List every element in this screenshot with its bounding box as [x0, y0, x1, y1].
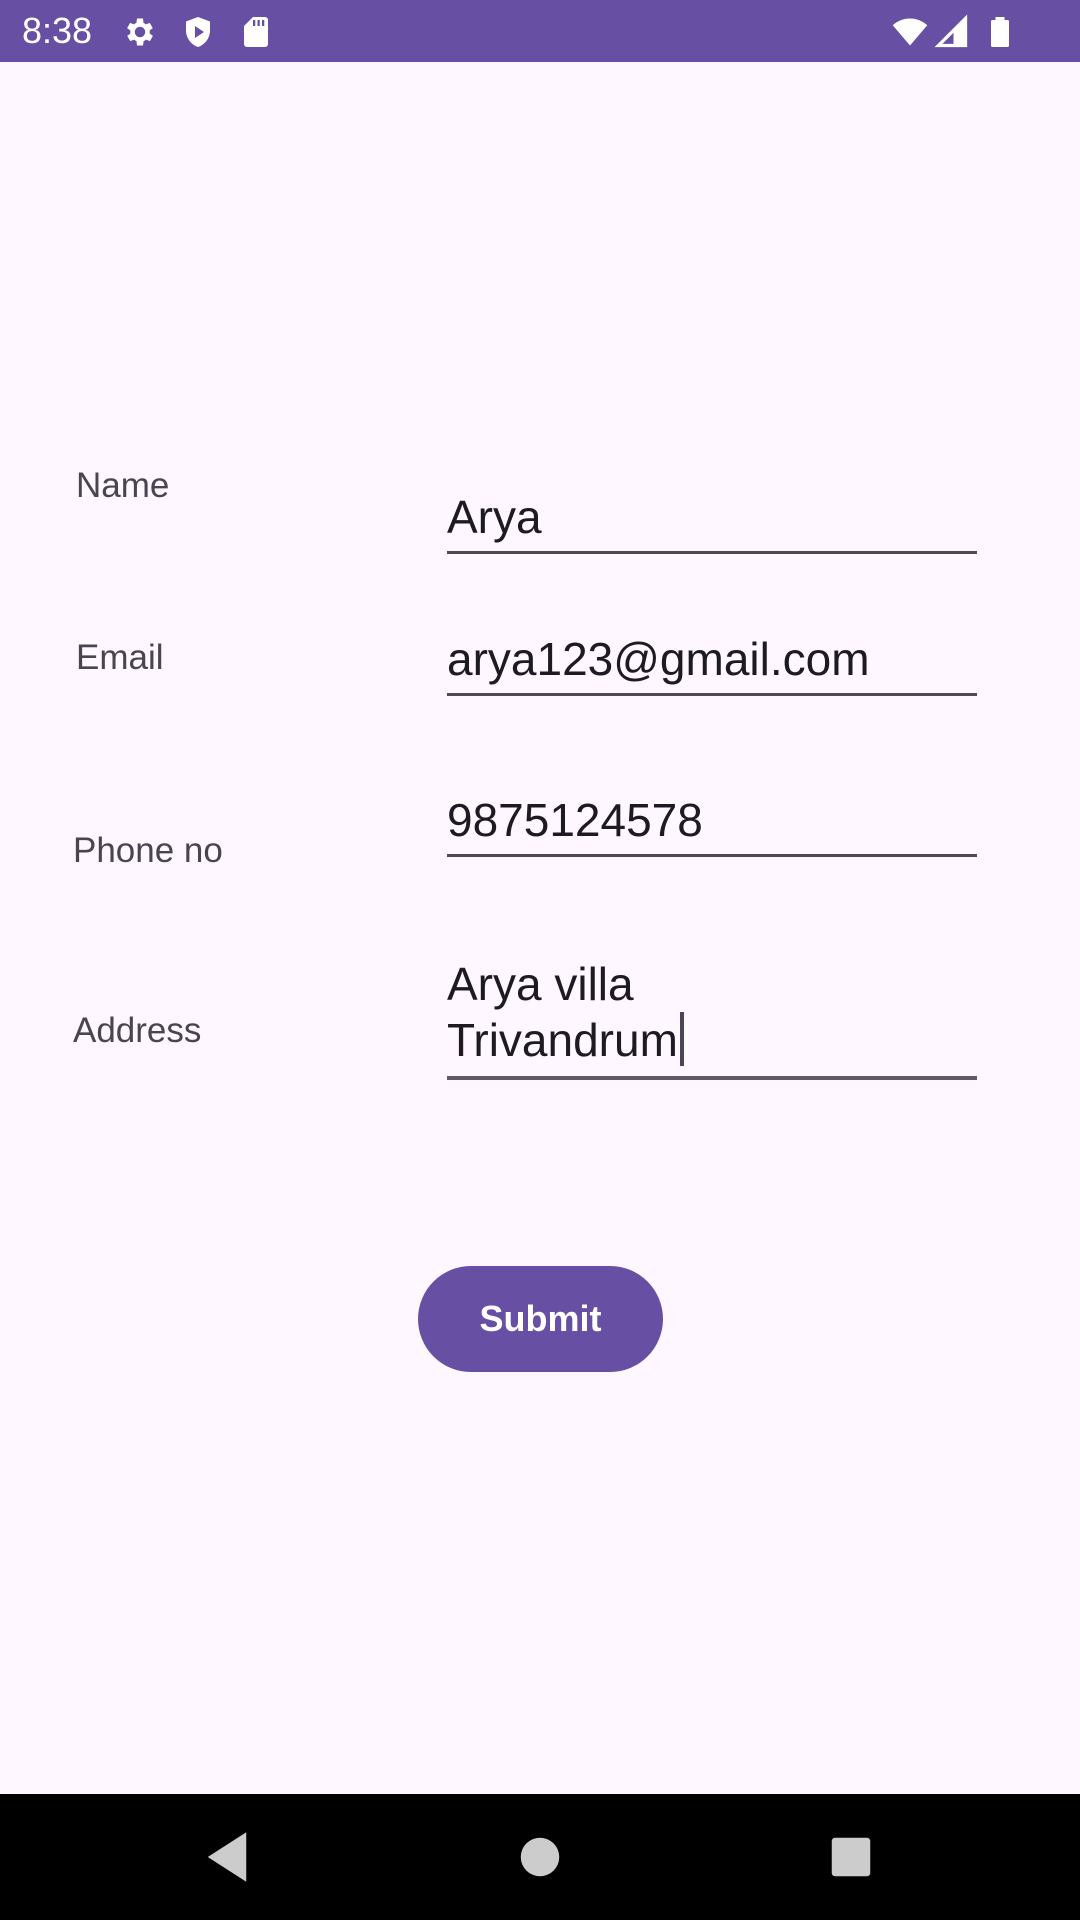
address-input-line2: Trivandrum	[447, 1014, 678, 1066]
name-input-value: Arya	[447, 491, 542, 543]
name-input[interactable]: Arya	[447, 488, 977, 554]
wifi-icon	[890, 14, 930, 50]
email-label: Email	[76, 638, 164, 677]
status-bar: 8:38	[0, 0, 1080, 62]
back-icon[interactable]	[194, 1824, 260, 1890]
address-input-line1: Arya villa	[447, 958, 634, 1010]
address-input[interactable]: Arya villa Trivandrum	[447, 957, 977, 1080]
navigation-bar	[0, 1794, 1080, 1920]
phone-label: Phone no	[73, 831, 223, 870]
screen: 8:38 Name Email Phone no Address Arya ar…	[0, 0, 1080, 1920]
shield-icon	[180, 14, 216, 50]
signal-icon	[934, 14, 970, 50]
phone-input-value: 9875124578	[447, 794, 703, 846]
email-input[interactable]: arya123@gmail.com	[447, 630, 977, 696]
email-input-value: arya123@gmail.com	[447, 633, 870, 685]
submit-button[interactable]: Submit	[418, 1266, 663, 1372]
settings-icon	[122, 14, 158, 50]
sd-card-icon	[238, 14, 274, 50]
phone-input[interactable]: 9875124578	[447, 791, 977, 857]
status-time: 8:38	[22, 10, 93, 51]
text-cursor	[679, 1012, 684, 1066]
home-icon[interactable]	[507, 1824, 573, 1890]
recents-icon[interactable]	[818, 1824, 884, 1890]
battery-icon	[982, 14, 1018, 50]
address-label: Address	[73, 1011, 202, 1050]
name-label: Name	[76, 466, 170, 505]
